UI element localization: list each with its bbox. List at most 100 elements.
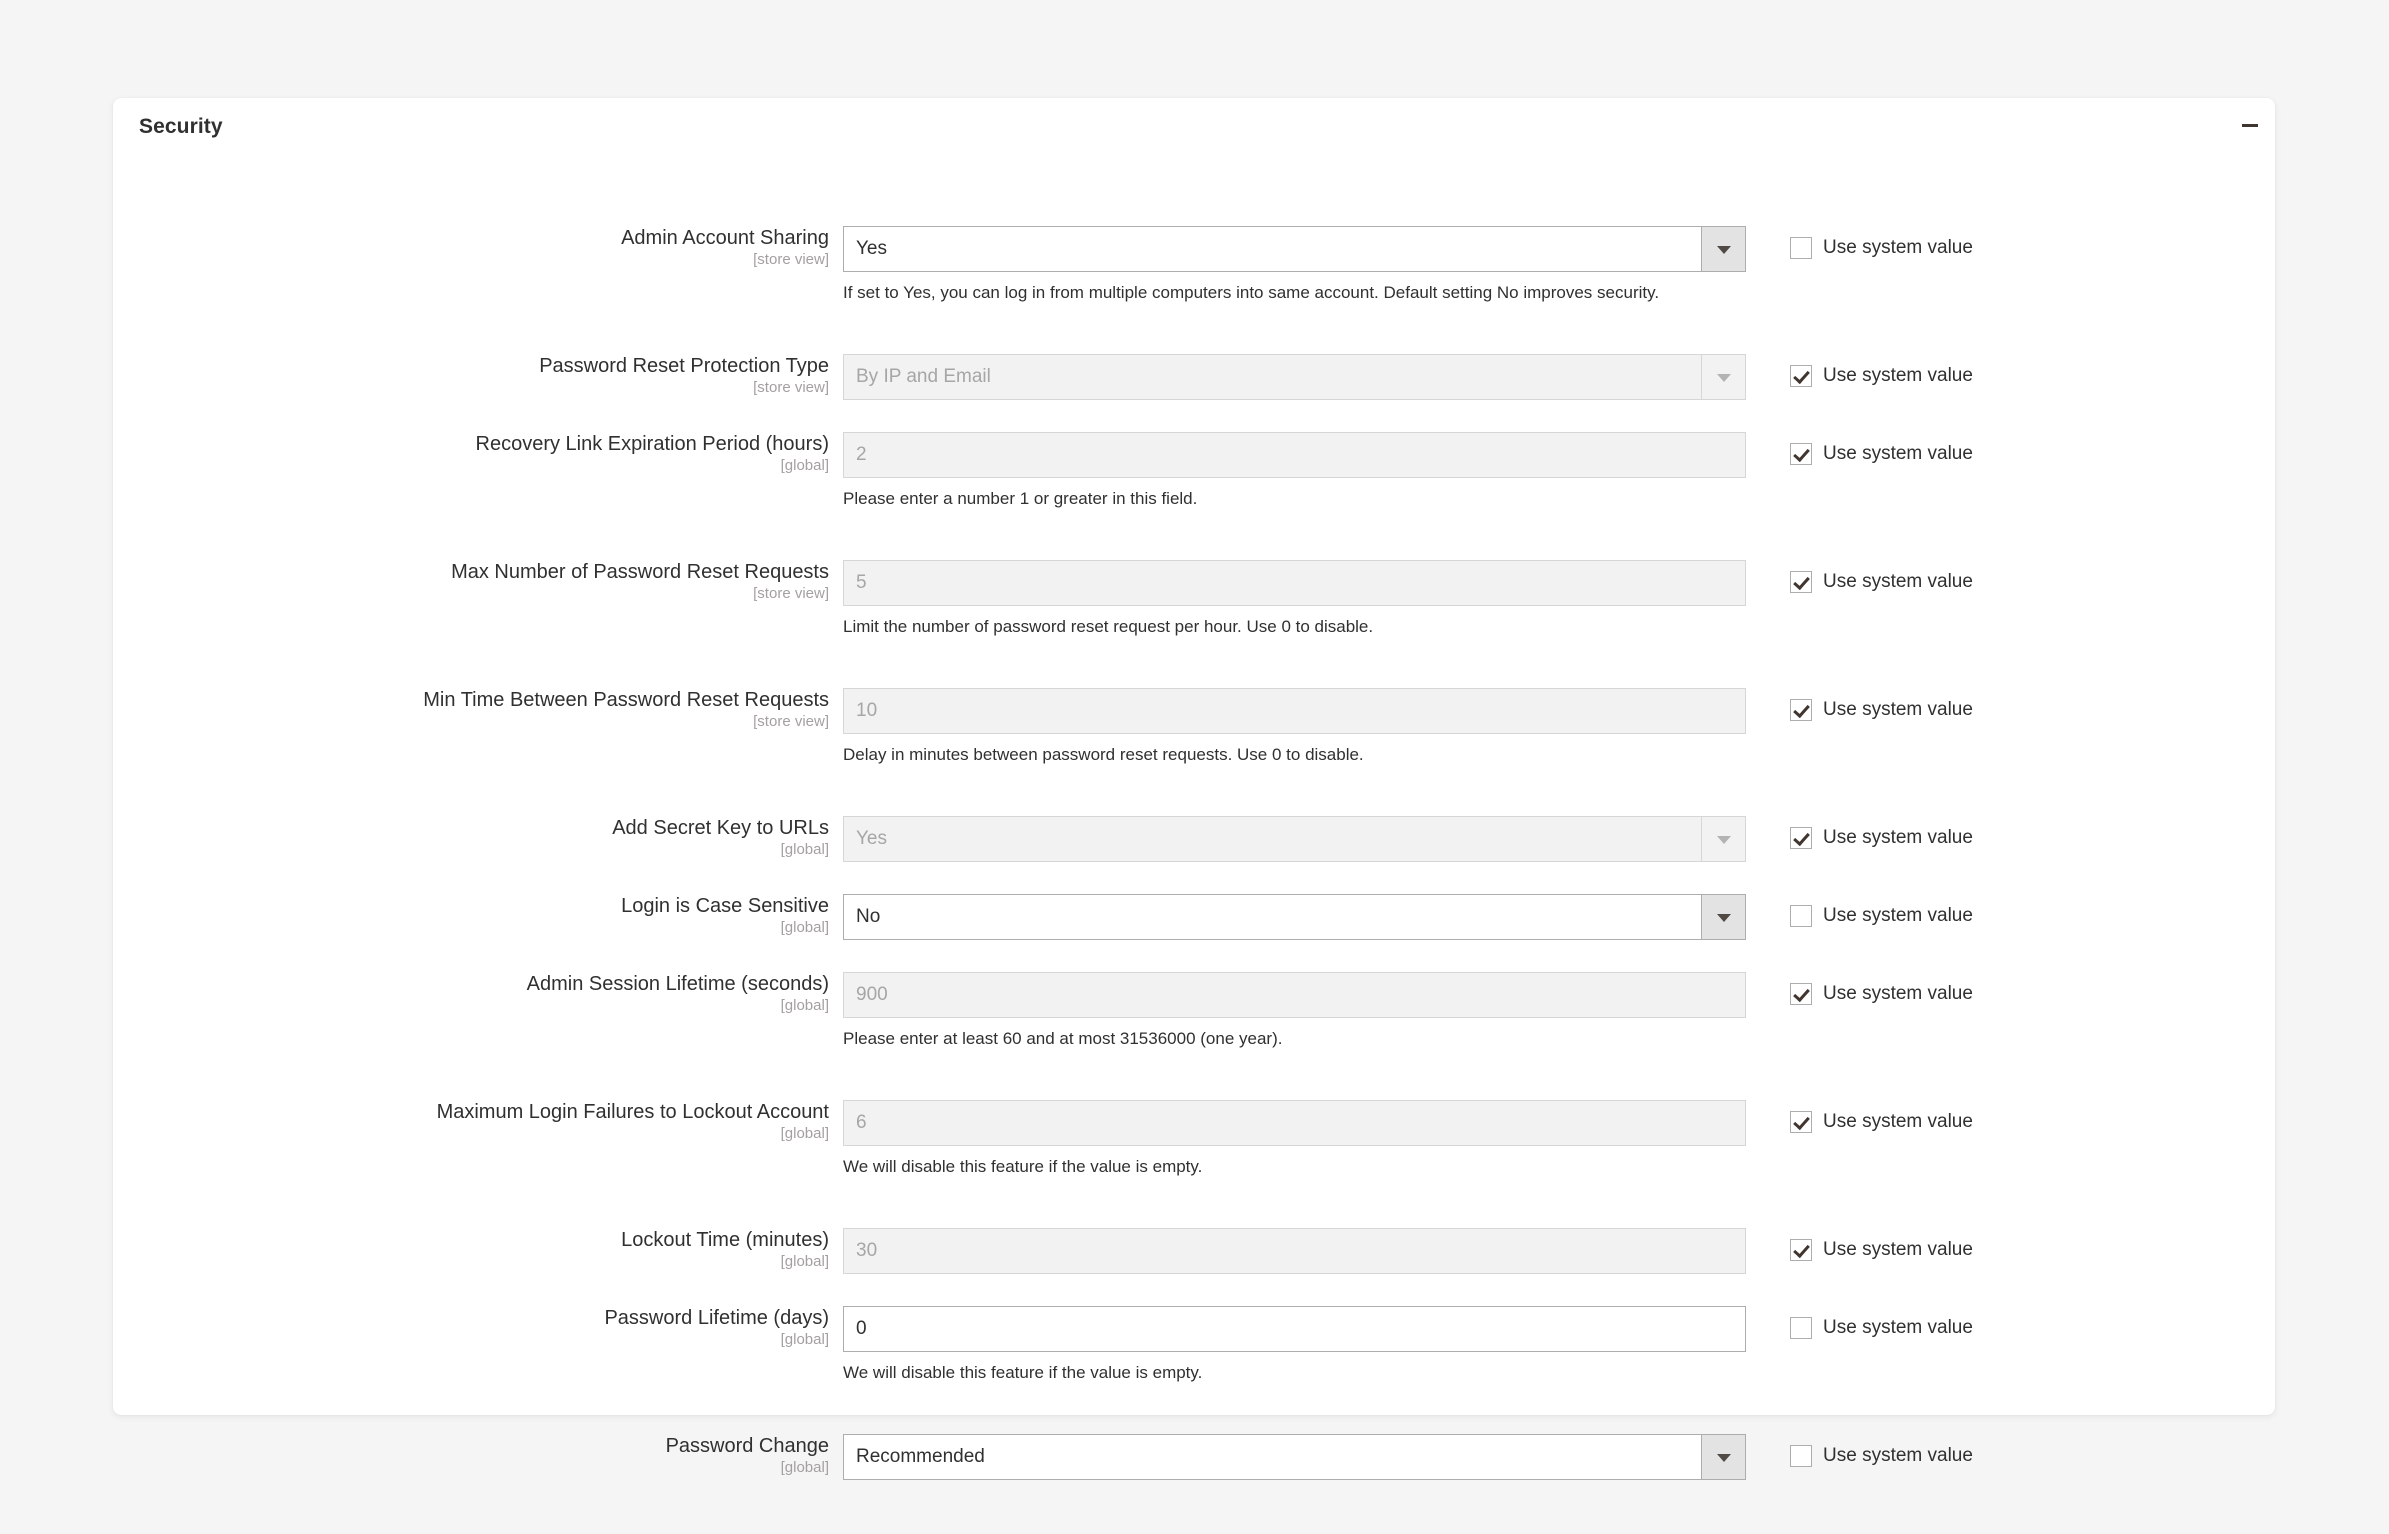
field-control-recovery-link-expiration-period: 2 Please enter a number 1 or greater in t…: [843, 432, 1753, 509]
field-note-admin-account-sharing: If set to Yes, you can log in from multi…: [843, 283, 1660, 302]
use-system-value-checkbox-max-number-of-password-reset-requests[interactable]: Use system value: [1790, 571, 1973, 593]
label-scope-hint: [global]: [780, 1253, 829, 1270]
field-label-min-time-between-password-reset-requests: Min Time Between Password Reset Requests…: [113, 688, 829, 731]
field-note-admin-session-lifetime: Please enter at least 60 and at most 315…: [843, 1029, 1283, 1048]
checkbox-label: Use system value: [1823, 237, 1973, 258]
minus-icon[interactable]: [2240, 116, 2260, 134]
chevron-down-icon: [1701, 817, 1745, 861]
field-control-admin-session-lifetime: 900 Please enter at least 60 and at most …: [843, 972, 1753, 1049]
field-control-max-number-of-password-reset-requests: 5 Limit the number of password reset requ…: [843, 560, 1753, 637]
checkbox-label: Use system value: [1823, 983, 1973, 1004]
field-label-login-is-case-sensitive: Login is Case Sensitive [global]: [113, 894, 829, 937]
checkbox-label: Use system value: [1823, 1445, 1973, 1466]
use-system-value-checkbox-password-lifetime[interactable]: Use system value: [1790, 1317, 1973, 1339]
input-password-lifetime[interactable]: 0: [843, 1306, 1746, 1352]
field-note-recovery-link-expiration-period: Please enter a number 1 or greater in th…: [843, 489, 1198, 508]
field-control-lockout-time: 30: [843, 1228, 1753, 1274]
use-system-value-checkbox-admin-session-lifetime[interactable]: Use system value: [1790, 983, 1973, 1005]
checkbox-label: Use system value: [1823, 571, 1973, 592]
select-value: Yes: [856, 238, 887, 259]
use-system-value-checkbox-password-reset-protection-type[interactable]: Use system value: [1790, 365, 1973, 387]
label-scope-hint: [global]: [780, 1459, 829, 1476]
label-text: Password Reset Protection Type: [539, 355, 829, 377]
checkbox-label: Use system value: [1823, 699, 1973, 720]
input-lockout-time: 30: [843, 1228, 1746, 1274]
use-system-value-checkbox-add-secret-key-to-urls[interactable]: Use system value: [1790, 827, 1973, 849]
label-scope-hint: [store view]: [753, 585, 829, 602]
select-login-is-case-sensitive[interactable]: No: [843, 894, 1746, 940]
label-text: Admin Account Sharing: [621, 227, 829, 249]
checkbox-box[interactable]: [1790, 983, 1812, 1005]
use-system-value-checkbox-password-change[interactable]: Use system value: [1790, 1445, 1973, 1467]
field-control-admin-account-sharing: Yes If set to Yes, you can log in from mu…: [843, 226, 1753, 303]
checkbox-label: Use system value: [1823, 443, 1973, 464]
label-text: Password Change: [665, 1435, 829, 1457]
use-system-value-checkbox-maximum-login-failures-to-lockout-account[interactable]: Use system value: [1790, 1111, 1973, 1133]
field-control-min-time-between-password-reset-requests: 10 Delay in minutes between password rese…: [843, 688, 1753, 765]
label-scope-hint: [global]: [780, 1331, 829, 1348]
use-system-value-checkbox-recovery-link-expiration-period[interactable]: Use system value: [1790, 443, 1973, 465]
checkbox-box[interactable]: [1790, 1111, 1812, 1133]
label-text: Login is Case Sensitive: [621, 895, 829, 917]
label-text: Recovery Link Expiration Period (hours): [475, 433, 830, 455]
label-text: Password Lifetime (days): [604, 1307, 829, 1329]
select-value: Recommended: [856, 1446, 985, 1467]
input-max-number-of-password-reset-requests: 5: [843, 560, 1746, 606]
field-label-admin-account-sharing: Admin Account Sharing [store view]: [113, 226, 829, 269]
checkbox-box[interactable]: [1790, 827, 1812, 849]
checkbox-box[interactable]: [1790, 1317, 1812, 1339]
field-label-add-secret-key-to-urls: Add Secret Key to URLs [global]: [113, 816, 829, 859]
checkbox-label: Use system value: [1823, 365, 1973, 386]
checkbox-box[interactable]: [1790, 905, 1812, 927]
use-system-value-checkbox-admin-account-sharing[interactable]: Use system value: [1790, 237, 1973, 259]
page-title: Security: [139, 115, 223, 138]
use-system-value-checkbox-min-time-between-password-reset-requests[interactable]: Use system value: [1790, 699, 1973, 721]
select-add-secret-key-to-urls: Yes: [843, 816, 1746, 862]
label-scope-hint: [global]: [780, 997, 829, 1014]
label-scope-hint: [global]: [780, 841, 829, 858]
checkbox-label: Use system value: [1823, 827, 1973, 848]
use-system-value-checkbox-login-is-case-sensitive[interactable]: Use system value: [1790, 905, 1973, 927]
checkbox-label: Use system value: [1823, 905, 1973, 926]
field-note-password-lifetime: We will disable this feature if the valu…: [843, 1363, 1203, 1382]
field-label-max-number-of-password-reset-requests: Max Number of Password Reset Requests [st…: [113, 560, 829, 603]
checkbox-box[interactable]: [1790, 699, 1812, 721]
field-label-password-lifetime: Password Lifetime (days) [global]: [113, 1306, 829, 1349]
checkbox-box[interactable]: [1790, 443, 1812, 465]
checkbox-label: Use system value: [1823, 1111, 1973, 1132]
field-note-max-number-of-password-reset-requests: Limit the number of password reset reque…: [843, 617, 1374, 636]
label-text: Maximum Login Failures to Lockout Accoun…: [436, 1101, 829, 1123]
field-label-lockout-time: Lockout Time (minutes) [global]: [113, 1228, 829, 1271]
label-scope-hint: [global]: [780, 919, 829, 936]
field-control-password-lifetime: 0 We will disable this feature if the val…: [843, 1306, 1753, 1383]
checkbox-box[interactable]: [1790, 1445, 1812, 1467]
label-scope-hint: [store view]: [753, 251, 829, 268]
use-system-value-checkbox-lockout-time[interactable]: Use system value: [1790, 1239, 1973, 1261]
select-password-reset-protection-type: By IP and Email: [843, 354, 1746, 400]
field-label-admin-session-lifetime: Admin Session Lifetime (seconds) [global]: [113, 972, 829, 1015]
select-value: By IP and Email: [856, 366, 991, 387]
chevron-down-icon: [1701, 1435, 1745, 1479]
input-maximum-login-failures-to-lockout-account: 6: [843, 1100, 1746, 1146]
input-min-time-between-password-reset-requests: 10: [843, 688, 1746, 734]
field-control-login-is-case-sensitive: No: [843, 894, 1753, 940]
checkbox-box[interactable]: [1790, 571, 1812, 593]
checkbox-label: Use system value: [1823, 1317, 1973, 1338]
security-settings-panel: Security Admin Account Sharing [store vie…: [113, 98, 2275, 1480]
label-text: Add Secret Key to URLs: [612, 817, 829, 839]
checkbox-box[interactable]: [1790, 365, 1812, 387]
chevron-down-icon: [1701, 227, 1745, 271]
label-text: Max Number of Password Reset Requests: [451, 561, 829, 583]
field-control-password-reset-protection-type: By IP and Email: [843, 354, 1753, 400]
label-scope-hint: [store view]: [753, 713, 829, 730]
field-control-maximum-login-failures-to-lockout-account: 6 We will disable this feature if the val…: [843, 1100, 1753, 1177]
select-password-change[interactable]: Recommended: [843, 1434, 1746, 1480]
checkbox-box[interactable]: [1790, 237, 1812, 259]
field-control-password-change: Recommended: [843, 1434, 1753, 1480]
label-text: Admin Session Lifetime (seconds): [526, 973, 829, 995]
field-label-recovery-link-expiration-period: Recovery Link Expiration Period (hours) […: [113, 432, 830, 475]
label-scope-hint: [global]: [780, 1125, 829, 1142]
checkbox-box[interactable]: [1790, 1239, 1812, 1261]
field-note-min-time-between-password-reset-requests: Delay in minutes between password reset …: [843, 745, 1364, 764]
select-admin-account-sharing[interactable]: Yes: [843, 226, 1746, 272]
